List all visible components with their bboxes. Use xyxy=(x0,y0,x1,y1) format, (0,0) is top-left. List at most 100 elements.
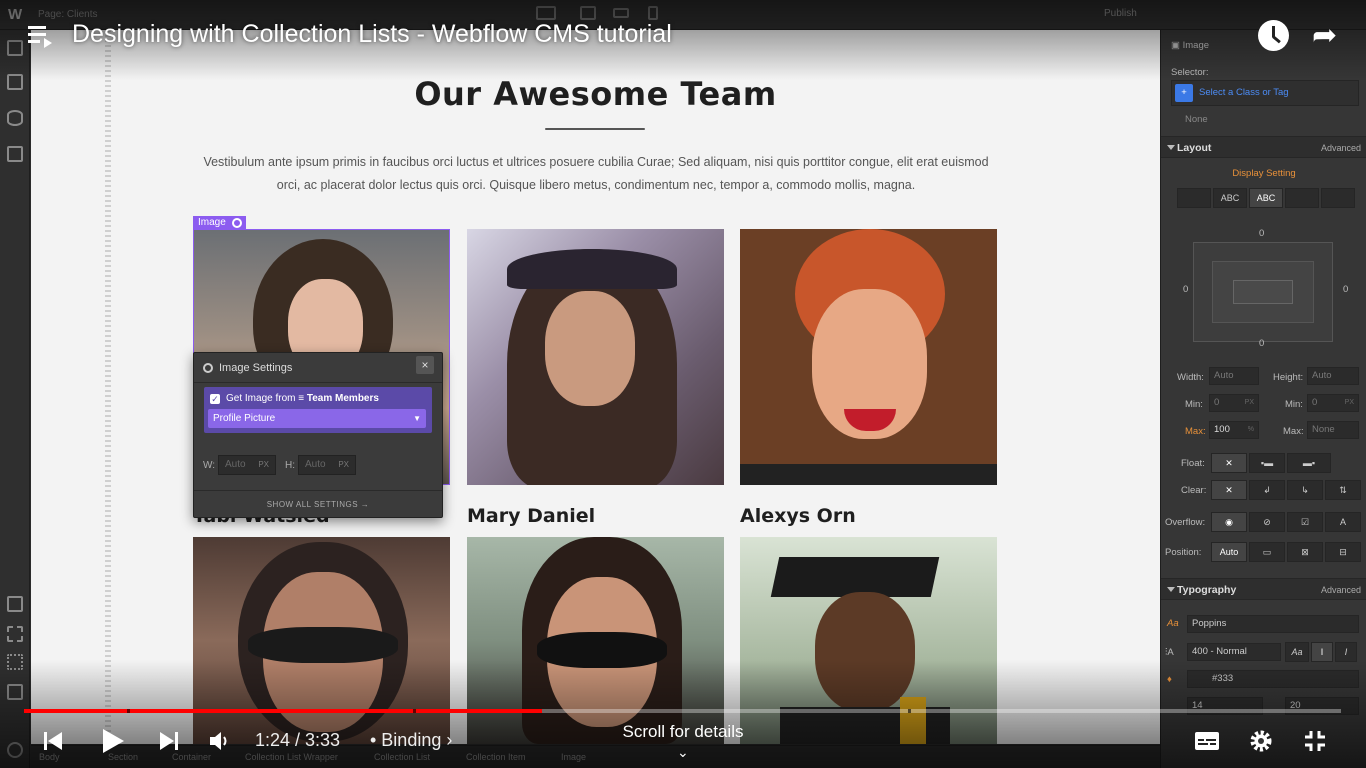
volume-icon[interactable] xyxy=(208,730,232,752)
subtitles-icon[interactable] xyxy=(1194,730,1220,752)
width-input[interactable]: Auto xyxy=(1209,367,1259,385)
width-input[interactable]: Auto PX xyxy=(218,455,276,475)
settings-gear-icon[interactable] xyxy=(1249,729,1273,753)
design-canvas[interactable]: Our Awesome Team Vestibulum ante ipsum p… xyxy=(31,30,1160,744)
height-input[interactable]: Auto xyxy=(1307,367,1359,385)
team-photo-3[interactable] xyxy=(740,229,997,485)
intro-paragraph[interactable]: Vestibulum ante ipsum primis in faucibus… xyxy=(201,151,991,197)
padding-box[interactable] xyxy=(1212,261,1314,323)
typography-advanced[interactable]: Advanced xyxy=(1321,585,1361,595)
float-left-button[interactable]: ▪▬ xyxy=(1249,453,1285,473)
field-select[interactable]: Profile Picture ▼ xyxy=(208,409,426,428)
display-none-button[interactable] xyxy=(1321,188,1355,208)
assets-icon[interactable] xyxy=(7,146,23,162)
min-width-input[interactable]: 0 PX xyxy=(1209,394,1259,412)
team-photo-2[interactable] xyxy=(467,229,724,485)
margin-top-value[interactable]: 0 xyxy=(1259,228,1264,239)
margin-left-value[interactable]: 0 xyxy=(1183,284,1188,295)
box-model-editor[interactable] xyxy=(1193,242,1333,342)
display-flex-button[interactable] xyxy=(1285,188,1319,208)
next-icon[interactable] xyxy=(158,730,180,752)
chevron-down-icon: ▼ xyxy=(413,414,421,423)
grid-overlay-icon[interactable] xyxy=(7,654,23,670)
clear-right-button[interactable]: ↳ xyxy=(1287,480,1323,500)
font-weight-select[interactable]: 400 - Normal xyxy=(1187,643,1281,661)
typography-section-header[interactable]: Typography Advanced xyxy=(1161,578,1366,600)
overflow-scroll-icon[interactable]: ☑ xyxy=(1287,512,1323,532)
font-color-input[interactable]: #333 xyxy=(1187,670,1359,688)
page-selector[interactable]: Page: Clients xyxy=(38,9,97,20)
scroll-for-details[interactable]: Scroll for details xyxy=(583,722,783,742)
position-absolute-button[interactable]: ⊠ xyxy=(1287,542,1323,562)
breadcrumb-body[interactable]: Body xyxy=(39,752,60,762)
phone-portrait-icon[interactable] xyxy=(648,6,658,20)
page-heading[interactable]: Our Awesome Team xyxy=(31,75,1160,113)
publish-button[interactable]: Publish xyxy=(1104,8,1137,19)
webflow-logo[interactable]: W xyxy=(8,6,22,23)
float-none-button[interactable]: ✕ xyxy=(1211,453,1247,473)
breadcrumb-collection-list-wrapper[interactable]: Collection List Wrapper xyxy=(245,752,338,762)
tablet-icon[interactable] xyxy=(580,6,596,20)
element-type-label: Image xyxy=(1182,40,1210,51)
position-relative-button[interactable]: ▭ xyxy=(1249,542,1285,562)
chapter-title[interactable]: • Binding › xyxy=(370,730,452,751)
play-icon[interactable] xyxy=(100,727,126,755)
overflow-hidden-icon[interactable]: ⊘ xyxy=(1249,512,1285,532)
chevron-down-icon[interactable]: ⌄ xyxy=(677,744,689,761)
selector-input[interactable]: + Select a Class or Tag xyxy=(1171,80,1359,106)
previous-icon[interactable] xyxy=(42,730,64,752)
close-button[interactable]: × xyxy=(416,356,434,374)
layout-advanced[interactable]: Advanced xyxy=(1321,143,1361,153)
team-name-3[interactable]: Alexys Orn xyxy=(740,505,856,527)
pages-icon[interactable] xyxy=(7,74,23,90)
font-family-select[interactable]: Poppins xyxy=(1187,615,1359,633)
clear-none-button[interactable]: ✕ xyxy=(1211,480,1247,500)
position-fixed-button[interactable]: ⊟ xyxy=(1325,542,1361,562)
progress-bar[interactable] xyxy=(24,709,1341,713)
help-icon[interactable] xyxy=(7,742,23,758)
playlist-icon[interactable] xyxy=(28,26,52,48)
position-auto-button[interactable]: Auto xyxy=(1211,542,1247,562)
share-arrow-icon[interactable]: ➦ xyxy=(1312,21,1337,51)
navigator-icon[interactable] xyxy=(7,596,23,612)
max-height-input[interactable]: None xyxy=(1307,421,1359,439)
margin-right-value[interactable]: 0 xyxy=(1343,284,1348,295)
select-element-icon[interactable] xyxy=(7,626,23,642)
phone-landscape-icon[interactable] xyxy=(613,8,629,18)
layout-section-header[interactable]: Layout Advanced xyxy=(1161,136,1366,158)
display-inline-button[interactable]: ABC xyxy=(1249,188,1283,208)
binding-label: Get Image from ≡ Team Members xyxy=(226,393,379,404)
breadcrumb-container[interactable]: Container xyxy=(172,752,211,762)
margin-bottom-value[interactable]: 0 xyxy=(1259,338,1264,349)
display-block-button[interactable] xyxy=(1177,188,1211,208)
team-name-2[interactable]: Mary Daniel xyxy=(467,505,595,527)
exit-fullscreen-icon[interactable] xyxy=(1303,729,1327,753)
clear-left-button[interactable]: ↲ xyxy=(1249,480,1285,500)
italic-on-icon[interactable]: I xyxy=(1335,642,1357,662)
display-inline-block-button[interactable]: ABC xyxy=(1213,188,1247,208)
breadcrumb-image[interactable]: Image xyxy=(561,752,586,762)
clear-both-button[interactable]: ⇅ xyxy=(1325,480,1361,500)
selected-element-tag[interactable]: Image xyxy=(193,216,246,230)
get-image-checkbox[interactable]: ✓ xyxy=(210,394,220,404)
width-label: Width: xyxy=(1177,372,1204,383)
add-panel-icon[interactable] xyxy=(7,40,23,56)
overflow-visible-icon[interactable]: ◉ xyxy=(1211,512,1247,532)
overflow-auto-icon[interactable]: A xyxy=(1325,512,1361,532)
desktop-icon[interactable] xyxy=(536,6,556,20)
italic-off-icon[interactable]: I xyxy=(1311,642,1333,662)
watch-later-clock-icon[interactable] xyxy=(1258,20,1289,51)
height-input[interactable]: Auto PX xyxy=(298,455,356,475)
show-all-settings-link[interactable]: SHOW ALL SETTINGS → xyxy=(194,490,442,518)
min-height-unit: PX xyxy=(1344,399,1354,406)
settings-gear-icon[interactable] xyxy=(231,218,242,228)
breadcrumb-collection-item[interactable]: Collection Item xyxy=(466,752,526,762)
font-style-icon[interactable]: Aa xyxy=(1285,642,1309,662)
max-width-input[interactable]: 100 % xyxy=(1209,421,1259,439)
min-height-input[interactable]: 0 PX xyxy=(1307,394,1359,412)
breadcrumb-collection-list[interactable]: Collection List xyxy=(374,752,430,762)
float-right-button[interactable]: ▬▪ xyxy=(1287,453,1331,473)
cms-icon[interactable] xyxy=(7,110,23,126)
video-title[interactable]: Designing with Collection Lists - Webflo… xyxy=(72,20,672,49)
preview-icon[interactable] xyxy=(7,684,23,700)
